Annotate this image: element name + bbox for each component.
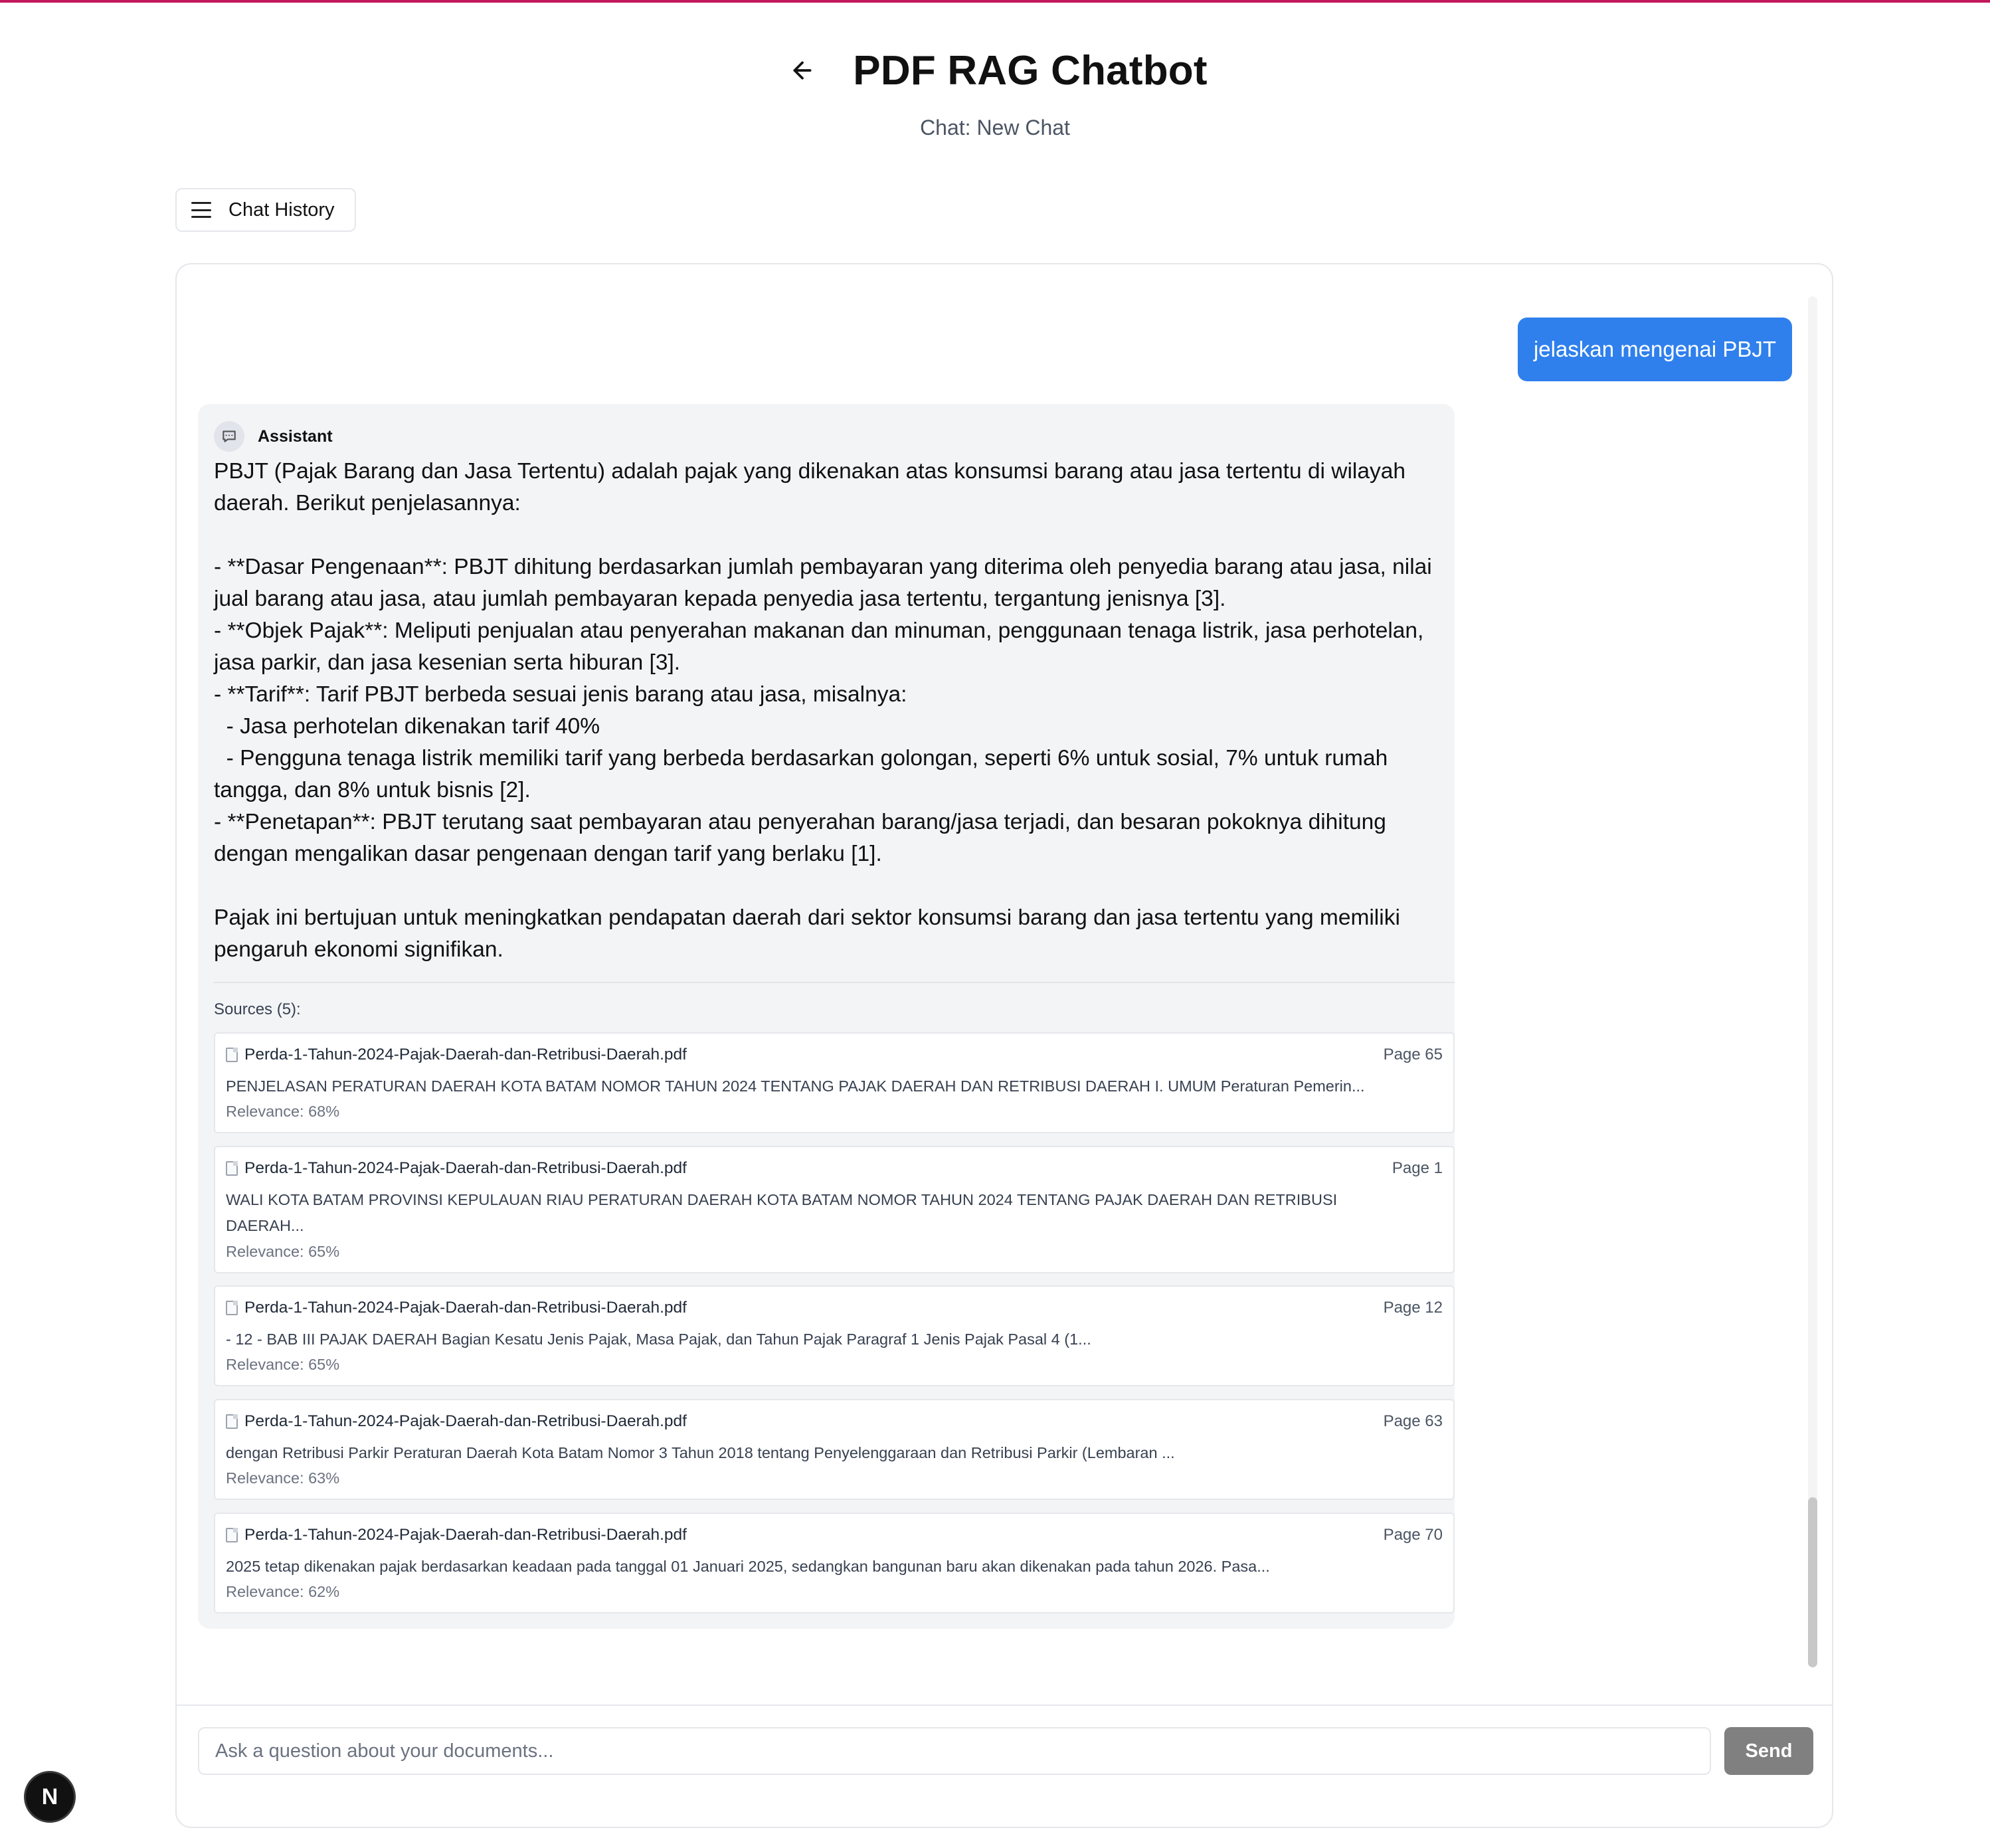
assistant-header: Assistant: [214, 421, 333, 452]
source-relevance: Relevance: 65%: [226, 1243, 340, 1260]
input-divider: [177, 1705, 1832, 1706]
answer-line: - **Penetapan**: PBJT terutang saat pemb…: [214, 810, 1393, 866]
assistant-message: Assistant PBJT (Pajak Barang dan Jasa Te…: [198, 404, 1455, 1629]
source-page: Page 63: [1383, 1412, 1443, 1430]
answer-line: - Jasa perhotelan dikenakan tarif 40%: [214, 714, 600, 739]
sources-title: Sources (5):: [214, 1000, 301, 1018]
document-icon: [226, 1048, 238, 1062]
chat-bubble-icon: [214, 421, 244, 452]
source-page: Page 12: [1383, 1299, 1443, 1317]
assistant-answer: PBJT (Pajak Barang dan Jasa Tertentu) ad…: [214, 456, 1444, 966]
answer-spacer: [214, 870, 1444, 902]
source-file: Perda-1-Tahun-2024-Pajak-Daerah-dan-Retr…: [226, 1526, 687, 1544]
source-filename: Perda-1-Tahun-2024-Pajak-Daerah-dan-Retr…: [244, 1412, 687, 1430]
send-button[interactable]: Send: [1724, 1727, 1813, 1775]
source-relevance: Relevance: 63%: [226, 1469, 340, 1487]
source-filename: Perda-1-Tahun-2024-Pajak-Daerah-dan-Retr…: [244, 1299, 687, 1317]
document-icon: [226, 1161, 238, 1176]
source-item[interactable]: Perda-1-Tahun-2024-Pajak-Daerah-dan-Retr…: [214, 1285, 1455, 1386]
chat-history-label: Chat History: [228, 199, 335, 221]
answer-line: - Pengguna tenaga listrik memiliki tarif…: [214, 746, 1394, 802]
page-header: PDF RAG Chatbot Chat: New Chat: [0, 37, 1990, 140]
source-relevance: Relevance: 68%: [226, 1103, 340, 1120]
source-page: Page 70: [1383, 1526, 1443, 1544]
source-filename: Perda-1-Tahun-2024-Pajak-Daerah-dan-Retr…: [244, 1526, 687, 1544]
scrollbar-thumb[interactable]: [1808, 1497, 1817, 1667]
source-header: Perda-1-Tahun-2024-Pajak-Daerah-dan-Retr…: [226, 1412, 1443, 1431]
source-file: Perda-1-Tahun-2024-Pajak-Daerah-dan-Retr…: [226, 1412, 687, 1431]
answer-line: Pajak ini bertujuan untuk meningkatkan p…: [214, 905, 1407, 962]
source-relevance: Relevance: 62%: [226, 1583, 340, 1600]
top-accent-bar: [0, 0, 1990, 3]
source-header: Perda-1-Tahun-2024-Pajak-Daerah-dan-Retr…: [226, 1526, 1443, 1544]
document-icon: [226, 1528, 238, 1542]
question-input[interactable]: [198, 1727, 1711, 1775]
source-item[interactable]: Perda-1-Tahun-2024-Pajak-Daerah-dan-Retr…: [214, 1399, 1455, 1500]
document-icon: [226, 1414, 238, 1429]
source-header: Perda-1-Tahun-2024-Pajak-Daerah-dan-Retr…: [226, 1299, 1443, 1317]
chat-panel: jelaskan mengenai PBJT Assistant PBJT (P…: [175, 263, 1833, 1828]
source-file: Perda-1-Tahun-2024-Pajak-Daerah-dan-Retr…: [226, 1159, 687, 1178]
chat-subtitle: Chat: New Chat: [920, 116, 1070, 139]
source-item[interactable]: Perda-1-Tahun-2024-Pajak-Daerah-dan-Retr…: [214, 1032, 1455, 1133]
answer-line: - **Objek Pajak**: Meliputi penjualan at…: [214, 618, 1430, 675]
chat-history-button[interactable]: Chat History: [175, 188, 356, 232]
document-icon: [226, 1301, 238, 1315]
source-item[interactable]: Perda-1-Tahun-2024-Pajak-Daerah-dan-Retr…: [214, 1513, 1455, 1614]
user-message: jelaskan mengenai PBJT: [1517, 318, 1792, 381]
source-excerpt: - 12 - BAB III PAJAK DAERAH Bagian Kesat…: [226, 1331, 1091, 1348]
source-file: Perda-1-Tahun-2024-Pajak-Daerah-dan-Retr…: [226, 1046, 687, 1064]
assistant-label: Assistant: [258, 426, 333, 446]
source-file: Perda-1-Tahun-2024-Pajak-Daerah-dan-Retr…: [226, 1299, 687, 1317]
title-row: PDF RAG Chatbot: [0, 37, 1990, 104]
back-button[interactable]: [782, 50, 822, 90]
source-header: Perda-1-Tahun-2024-Pajak-Daerah-dan-Retr…: [226, 1159, 1443, 1178]
answer-spacer: [214, 519, 1444, 551]
source-excerpt: dengan Retribusi Parkir Peraturan Daerah…: [226, 1444, 1175, 1461]
source-excerpt: WALI KOTA BATAM PROVINSI KEPULAUAN RIAU …: [226, 1191, 1338, 1234]
source-relevance: Relevance: 65%: [226, 1356, 340, 1373]
source-filename: Perda-1-Tahun-2024-Pajak-Daerah-dan-Retr…: [244, 1159, 687, 1177]
source-filename: Perda-1-Tahun-2024-Pajak-Daerah-dan-Retr…: [244, 1046, 687, 1063]
answer-line: - **Dasar Pengenaan**: PBJT dihitung ber…: [214, 555, 1439, 611]
message-list[interactable]: jelaskan mengenai PBJT Assistant PBJT (P…: [177, 264, 1832, 1706]
dev-badge-letter: N: [41, 1784, 58, 1809]
source-item[interactable]: Perda-1-Tahun-2024-Pajak-Daerah-dan-Retr…: [214, 1146, 1455, 1273]
nextjs-dev-badge[interactable]: N: [24, 1771, 76, 1823]
source-page: Page 1: [1392, 1159, 1443, 1177]
page-title: PDF RAG Chatbot: [853, 47, 1208, 94]
source-page: Page 65: [1383, 1046, 1443, 1063]
answer-line: PBJT (Pajak Barang dan Jasa Tertentu) ad…: [214, 459, 1412, 515]
sources-divider: [214, 982, 1455, 983]
menu-icon: [191, 202, 211, 218]
scrollbar-track[interactable]: [1808, 296, 1817, 1665]
answer-line: - **Tarif**: Tarif PBJT berbeda sesuai j…: [214, 682, 907, 707]
source-header: Perda-1-Tahun-2024-Pajak-Daerah-dan-Retr…: [226, 1046, 1443, 1064]
source-excerpt: PENJELASAN PERATURAN DAERAH KOTA BATAM N…: [226, 1077, 1365, 1095]
source-excerpt: 2025 tetap dikenakan pajak berdasarkan k…: [226, 1558, 1270, 1575]
arrow-left-icon: [793, 61, 812, 80]
